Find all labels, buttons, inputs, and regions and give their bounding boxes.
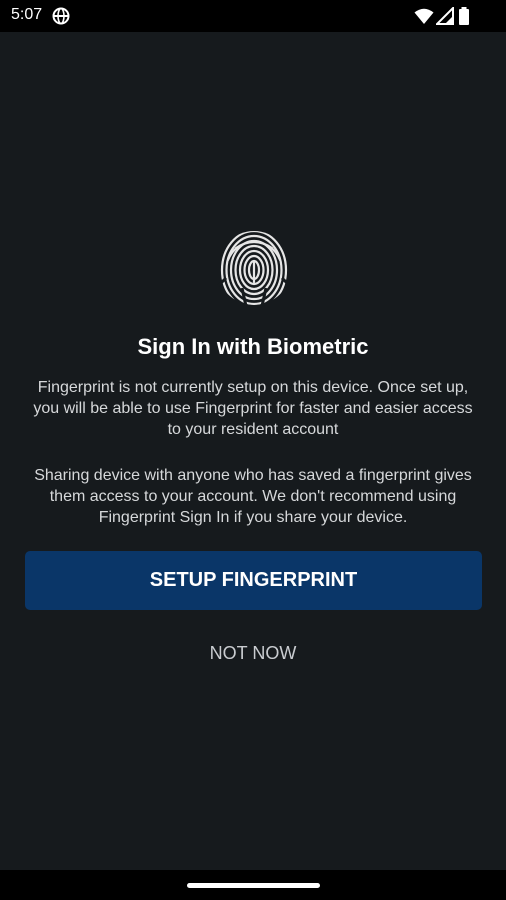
vpn-globe-icon bbox=[52, 7, 70, 25]
page-title: Sign In with Biometric bbox=[137, 334, 369, 359]
status-bar: 5:07 bbox=[0, 0, 506, 32]
warning-text: Sharing device with anyone who has saved… bbox=[34, 467, 472, 526]
cell-signal-icon bbox=[436, 7, 454, 25]
description-text: Fingerprint is not currently setup on th… bbox=[33, 379, 473, 438]
setup-fingerprint-button[interactable]: SETUP FINGERPRINT bbox=[25, 551, 482, 610]
battery-icon bbox=[459, 7, 469, 25]
status-icons bbox=[414, 7, 484, 25]
wifi-icon bbox=[414, 8, 434, 24]
main-content: Sign In with Biometric Fingerprint is no… bbox=[0, 32, 506, 870]
status-time: 5:07 bbox=[11, 6, 43, 23]
navigation-bar bbox=[0, 870, 506, 900]
home-indicator[interactable] bbox=[187, 883, 320, 888]
biometric-setup-screen: 5:07 Sign In with Biometric Fingerprint … bbox=[0, 0, 506, 900]
fingerprint-icon bbox=[216, 230, 292, 307]
not-now-button[interactable]: NOT NOW bbox=[178, 636, 328, 670]
